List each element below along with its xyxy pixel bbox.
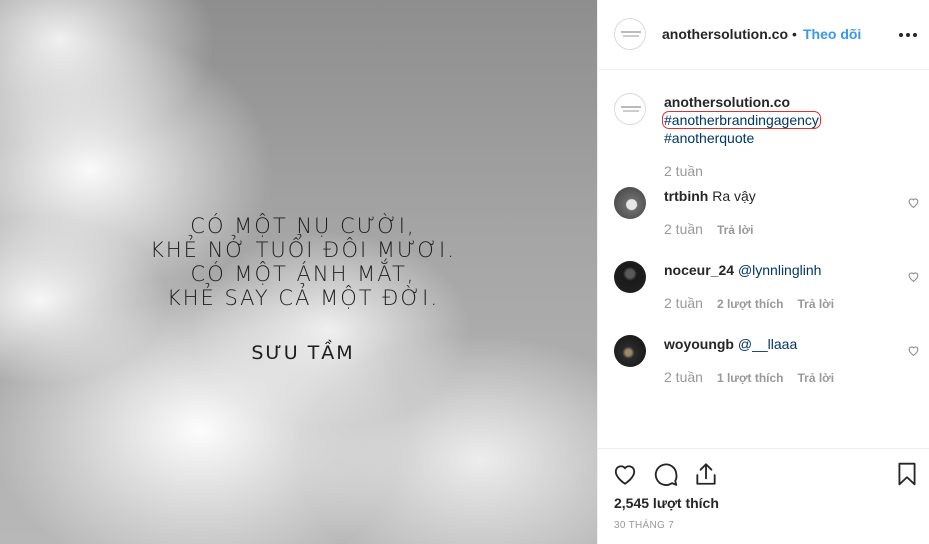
post-date: 30 THÁNG 7 xyxy=(614,520,675,531)
heart-icon[interactable] xyxy=(907,196,920,209)
reply-button[interactable]: Trả lời xyxy=(798,297,835,311)
comment-username[interactable]: trtbinh xyxy=(664,188,708,204)
caption-time: 2 tuần xyxy=(664,163,703,179)
comment-meta: 2 tuần 2 lượt thích Trả lời xyxy=(664,295,834,311)
comment-meta: 2 tuần 1 lượt thích Trả lời xyxy=(664,369,834,385)
avatar[interactable] xyxy=(614,93,646,125)
header-username[interactable]: anothersolution.co xyxy=(662,26,788,42)
post-header: anothersolution.co • Theo dõi xyxy=(598,0,929,70)
bookmark-icon[interactable] xyxy=(894,461,920,487)
separator-dot: • xyxy=(792,26,797,42)
quote-line: CÓ MỘT ÁNH MẮT, xyxy=(190,262,416,286)
avatar[interactable] xyxy=(614,261,646,293)
reply-button[interactable]: Trả lời xyxy=(798,371,835,385)
heart-icon[interactable] xyxy=(907,344,920,357)
share-icon[interactable] xyxy=(693,461,719,487)
comment-time: 2 tuần xyxy=(664,295,703,311)
comment-time: 2 tuần xyxy=(664,221,703,237)
quote-credit: SƯU TẦM xyxy=(251,342,355,364)
post-actions: 2,545 lượt thích 30 THÁNG 7 xyxy=(598,448,929,544)
comment-username[interactable]: woyoungb xyxy=(664,336,734,352)
quote-line: KHẺ SAY CẢ MỘT ĐỜI. xyxy=(166,286,440,310)
quote-text: CÓ MỘT NỤ CƯỜI, KHẺ NỞ TUỔI ĐÔI MƯƠI. CÓ… xyxy=(0,214,597,310)
comment-username[interactable]: noceur_24 xyxy=(664,262,734,278)
comment-meta: 2 tuần Trả lời xyxy=(664,221,753,237)
avatar[interactable] xyxy=(614,335,646,367)
mention-link[interactable]: @__llaaa xyxy=(738,336,797,352)
comment-body: Ra vậy xyxy=(712,188,756,204)
comment-text: woyoungb @__llaaa xyxy=(664,336,797,352)
hashtag-link[interactable]: #anotherbrandingagency xyxy=(662,111,821,129)
hashtag-link[interactable]: #anotherquote xyxy=(664,130,754,146)
quote-line: CÓ MỘT NỤ CƯỜI, xyxy=(190,214,416,238)
heart-icon[interactable] xyxy=(907,270,920,283)
heart-icon[interactable] xyxy=(612,461,638,487)
comment-likes[interactable]: 1 lượt thích xyxy=(717,371,784,385)
mention-link[interactable]: @lynnlinglinh xyxy=(738,262,821,278)
quote-line: KHẺ NỞ TUỔI ĐÔI MƯƠI. xyxy=(150,238,456,262)
follow-button[interactable]: Theo dõi xyxy=(803,26,861,42)
avatar[interactable] xyxy=(614,18,646,50)
comment-icon[interactable] xyxy=(653,461,679,487)
comment-text: noceur_24 @lynnlinglinh xyxy=(664,262,821,278)
post-image: CÓ MỘT NỤ CƯỜI, KHẺ NỞ TUỔI ĐÔI MƯƠI. CÓ… xyxy=(0,0,597,544)
caption-username[interactable]: anothersolution.co xyxy=(664,94,790,110)
comment-text: trtbinh Ra vậy xyxy=(664,188,756,204)
reply-button[interactable]: Trả lời xyxy=(717,223,754,237)
comment-time: 2 tuần xyxy=(664,369,703,385)
avatar[interactable] xyxy=(614,187,646,219)
comment-likes[interactable]: 2 lượt thích xyxy=(717,297,784,311)
likes-count[interactable]: 2,545 lượt thích xyxy=(614,495,719,511)
more-horizontal-icon[interactable] xyxy=(898,24,918,44)
post-sidebar: anothersolution.co • Theo dõi anothersol… xyxy=(597,0,929,544)
